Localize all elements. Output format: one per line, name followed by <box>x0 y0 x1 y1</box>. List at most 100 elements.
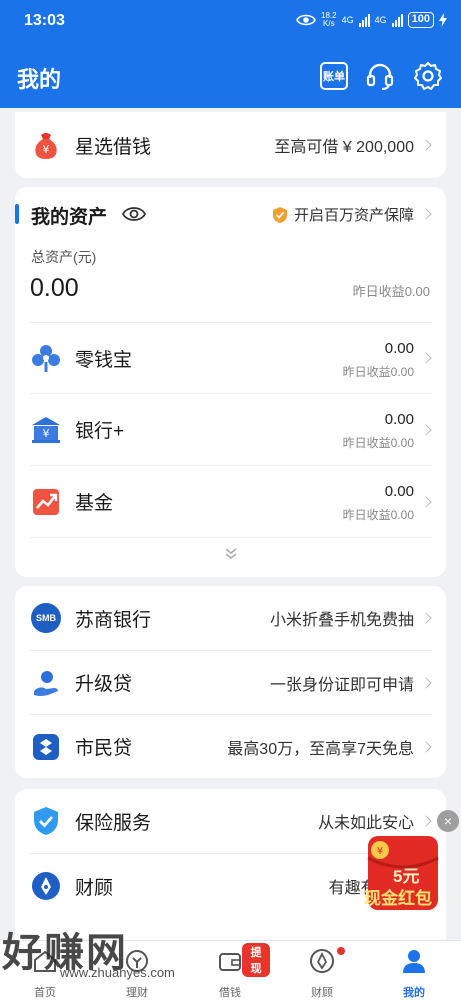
total-assets-value: 0.00 <box>30 274 79 302</box>
chevron-right-icon <box>420 495 432 508</box>
asset-values: 0.00 昨日收益0.00 <box>343 340 414 380</box>
bill-button[interactable]: 账单 <box>318 60 350 92</box>
nav-advisor[interactable]: 财顾 <box>282 947 362 1000</box>
loan-card[interactable]: ¥ 星选借钱 至高可借 ¥ 200,000 <box>15 112 446 178</box>
person-hand-icon <box>29 666 63 700</box>
total-yesterday: 昨日收益0.00 <box>352 284 430 299</box>
status-right: 18.2 K/s 4G 4G 100 <box>296 12 447 28</box>
nav-label: 理财 <box>126 987 148 999</box>
svg-text:¥: ¥ <box>43 143 50 156</box>
chevron-right-icon <box>420 139 432 151</box>
protection-text: 开启百万资产保障 <box>293 207 414 224</box>
nav-label: 首页 <box>34 987 56 999</box>
services-card: SMB 苏商银行 小米折叠手机免费抽 升级贷 一张身份证即可申请 市民贷 最高3… <box>15 586 446 778</box>
red-packet-promo[interactable]: ¥ 5元 现金红包 <box>360 830 446 914</box>
service-label: 市民贷 <box>75 738 133 759</box>
status-time: 13:03 <box>24 12 65 29</box>
service-label: 苏商银行 <box>75 609 152 631</box>
asset-values: 0.00 昨日收益0.00 <box>343 483 414 523</box>
insurance-shield-icon <box>29 804 63 838</box>
top-bar: 13:03 18.2 K/s 4G 4G 100 我的 账单 <box>0 0 461 108</box>
clover-icon <box>29 341 63 375</box>
asset-yesterday: 昨日收益0.00 <box>342 436 414 450</box>
service-item-upgrade-loan[interactable]: 升级贷 一张身份证即可申请 <box>15 651 446 714</box>
expand-chevrons-icon[interactable] <box>224 547 238 561</box>
service-item-smb[interactable]: SMB 苏商银行 小米折叠手机免费抽 <box>15 586 446 650</box>
wallet-icon <box>219 953 241 971</box>
asset-values: 0.00 昨日收益0.00 <box>343 411 414 451</box>
chevron-right-icon <box>420 676 432 689</box>
gear-icon <box>414 62 442 90</box>
user-icon <box>403 950 425 973</box>
notification-dot <box>337 947 345 955</box>
nav-borrow[interactable]: 借钱 提现 <box>190 943 270 1000</box>
chevron-right-icon <box>420 815 432 827</box>
red-packet-label: 现金红包 <box>364 889 432 908</box>
loan-row[interactable]: ¥ 星选借钱 至高可借 ¥ 200,000 <box>15 112 446 178</box>
bill-label: 账单 <box>323 71 345 83</box>
asset-item-fund[interactable]: 基金 0.00 昨日收益0.00 <box>15 466 446 537</box>
fund-chart-icon <box>29 485 63 519</box>
service-item-citizen-loan[interactable]: 市民贷 最高30万，至高享7天免息 <box>15 715 446 778</box>
assets-card: 我的资产 开启百万资产保障 总资产(元) 0.00 昨日收益0.00 零钱宝 0… <box>15 187 446 577</box>
more-label: 财顾 <box>75 877 114 899</box>
withdraw-badge: 提现 <box>242 943 270 977</box>
section-marker <box>15 204 19 224</box>
nav-label: 财顾 <box>311 987 333 999</box>
asset-value: 0.00 <box>384 411 414 428</box>
svg-text:¥: ¥ <box>377 846 383 857</box>
citizen-loan-icon <box>29 730 63 764</box>
signal-icon-2 <box>391 13 403 27</box>
loan-label: 星选借钱 <box>75 136 152 158</box>
asset-item-bank-plus[interactable]: ¥ 银行+ 0.00 昨日收益0.00 <box>15 394 446 465</box>
more-label: 保险服务 <box>75 812 152 834</box>
chevron-right-icon <box>420 612 432 624</box>
network-type: 4G <box>341 15 354 25</box>
shield-icon <box>272 206 287 223</box>
chevron-right-icon <box>420 423 432 436</box>
assets-title: 我的资产 <box>31 207 108 228</box>
money-bag-icon: ¥ <box>29 128 63 162</box>
advisor-nav-icon <box>310 949 334 973</box>
watermark-url: www.zhuanyes.com <box>60 965 175 980</box>
asset-protection-link[interactable]: 开启百万资产保障 <box>272 204 414 225</box>
asset-label: 零钱宝 <box>75 349 133 371</box>
service-label: 升级贷 <box>75 674 133 695</box>
eye-icon <box>296 14 316 26</box>
eye-toggle-icon[interactable] <box>122 204 146 224</box>
divider <box>29 537 432 538</box>
headset-icon <box>366 63 394 90</box>
chevron-right-icon <box>420 352 432 364</box>
asset-label: 基金 <box>75 493 114 514</box>
page-title: 我的 <box>17 67 62 92</box>
nav-mine[interactable]: 我的 <box>374 947 454 1000</box>
asset-yesterday: 昨日收益0.00 <box>342 508 414 522</box>
nav-label: 我的 <box>403 987 425 999</box>
signal-icon <box>358 13 370 27</box>
total-assets-label: 总资产(元) <box>31 249 97 265</box>
smb-bank-icon: SMB <box>29 601 63 635</box>
nav-label: 借钱 <box>219 987 241 999</box>
net-speed: 18.2 K/s <box>321 11 337 28</box>
advisor-icon <box>29 869 63 903</box>
bank-icon: ¥ <box>29 413 63 447</box>
charging-icon <box>439 13 447 27</box>
smb-logo-text: SMB <box>36 613 56 623</box>
loan-limit: 至高可借 ¥ 200,000 <box>274 139 414 156</box>
asset-label: 银行+ <box>75 421 125 442</box>
battery-icon: 100 <box>407 12 434 28</box>
chevron-right-icon <box>420 208 432 220</box>
customer-service-button[interactable] <box>364 60 396 92</box>
asset-value: 0.00 <box>384 483 414 500</box>
chevron-right-icon <box>420 740 432 753</box>
status-bar: 13:03 18.2 K/s 4G 4G 100 <box>0 0 461 44</box>
asset-value: 0.00 <box>384 340 414 357</box>
service-promo: 小米折叠手机免费抽 <box>269 612 414 629</box>
svg-text:¥: ¥ <box>43 427 50 440</box>
asset-yesterday: 昨日收益0.00 <box>342 365 414 379</box>
network-type-2: 4G <box>374 15 387 25</box>
service-promo: 最高30万，至高享7天免息 <box>227 740 414 758</box>
settings-button[interactable] <box>412 60 444 92</box>
asset-item-lingqianbao[interactable]: 零钱宝 0.00 昨日收益0.00 <box>15 323 446 393</box>
close-icon[interactable]: × <box>437 810 459 832</box>
